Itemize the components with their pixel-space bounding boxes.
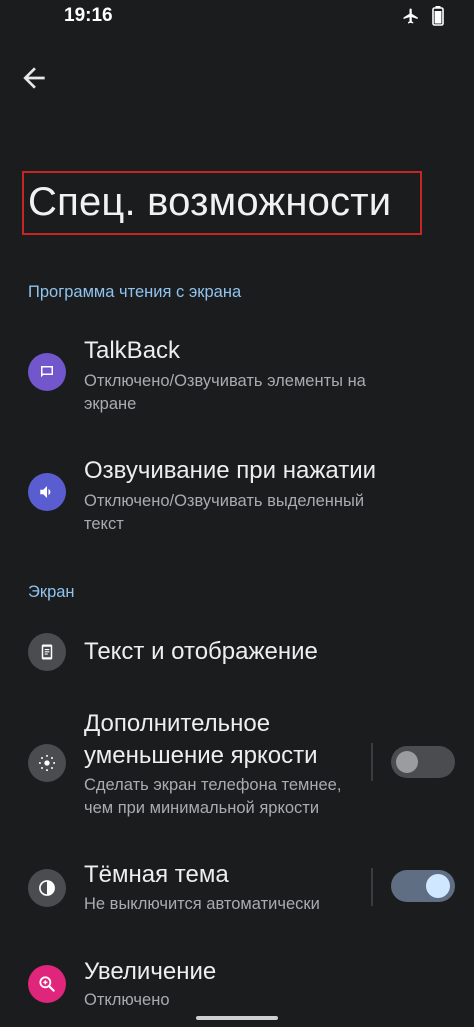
item-subtitle: Отключено — [84, 991, 170, 1009]
magnification-icon — [28, 965, 66, 1003]
item-title: TalkBack — [84, 337, 181, 364]
select-to-speak-icon — [28, 473, 66, 511]
list-item-magnification[interactable]: Увеличение Отключено — [0, 955, 474, 1015]
extra-dim-icon — [28, 744, 66, 782]
list-item-talkback[interactable]: TalkBack Отключено/Озвучивать элементы н… — [0, 335, 474, 423]
item-subtitle: Отключено/Озвучивать выделенный текст — [84, 492, 365, 533]
item-subtitle: Отключено/Озвучивать элементы на экране — [84, 372, 366, 413]
item-subtitle: Сделать экран телефона темнее, чем при м… — [84, 776, 342, 817]
toggle-knob — [426, 874, 450, 898]
item-title: Дополнительное уменьшение яркости — [84, 710, 318, 769]
navigation-handle[interactable] — [196, 1016, 278, 1020]
item-title: Текст и отображение — [84, 638, 318, 665]
talkback-icon — [28, 353, 66, 391]
list-item-select-to-speak[interactable]: Озвучивание при нажатии Отключено/Озвучи… — [0, 455, 474, 543]
back-button[interactable] — [18, 62, 50, 94]
list-item-extra-dim[interactable]: Дополнительное уменьшение яркости Сделат… — [0, 708, 474, 822]
toggle-divider — [371, 868, 373, 906]
section-header-screen-reader: Программа чтения с экрана — [28, 283, 242, 301]
page-title: Спец. возможности — [28, 180, 392, 224]
status-time: 19:16 — [64, 5, 113, 26]
toggle-divider — [371, 743, 373, 781]
list-item-text-display[interactable]: Текст и отображение — [0, 630, 474, 674]
item-subtitle: Не выключится автоматически — [84, 895, 320, 913]
battery-icon — [432, 6, 444, 31]
dark-theme-icon — [28, 869, 66, 907]
section-header-display: Экран — [28, 583, 75, 601]
dark-theme-toggle[interactable] — [391, 870, 455, 902]
airplane-icon — [402, 7, 420, 30]
item-title: Увеличение — [84, 958, 217, 985]
toggle-knob — [396, 751, 418, 773]
extra-dim-toggle[interactable] — [391, 746, 455, 778]
arrow-back-icon — [18, 67, 50, 98]
item-title: Тёмная тема — [84, 861, 229, 888]
status-bar: 19:16 — [0, 0, 474, 32]
list-item-dark-theme[interactable]: Тёмная тема Не выключится автоматически — [0, 857, 474, 919]
item-title: Озвучивание при нажатии — [84, 457, 377, 484]
text-display-icon — [28, 633, 66, 671]
